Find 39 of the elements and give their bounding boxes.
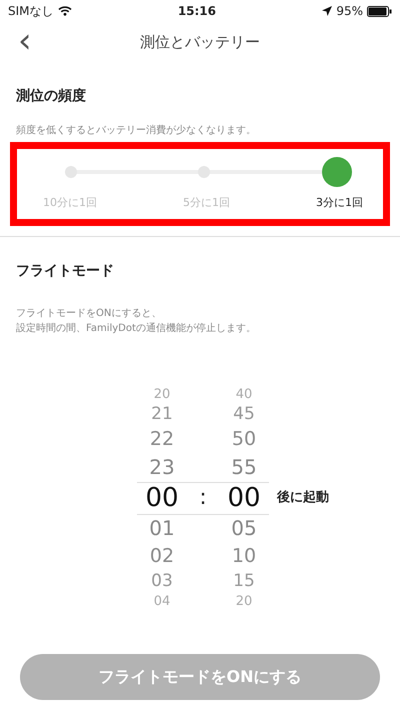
picker-value[interactable]: 21 (137, 403, 187, 426)
picker-value[interactable]: 01 (137, 514, 187, 543)
picker-value[interactable]: 20 (219, 593, 269, 610)
picker-value[interactable]: 10 (219, 543, 269, 570)
back-button[interactable]: ‹ (14, 24, 36, 58)
picker-value[interactable]: 05 (219, 514, 269, 543)
picker-value[interactable]: 50 (219, 426, 269, 453)
location-arrow-icon (322, 6, 332, 16)
option-label: 3分に1回 (316, 194, 363, 211)
picker-value[interactable]: 22 (137, 426, 187, 453)
picker-value[interactable]: 00 (137, 482, 187, 514)
picker-value[interactable]: 23 (137, 453, 187, 482)
option-label: 10分に1回 (43, 194, 97, 211)
section-title: 測位の頻度 (16, 86, 87, 106)
wifi-icon (58, 6, 72, 16)
status-time: 15:16 (178, 3, 216, 20)
picker-value[interactable]: 40 (219, 386, 269, 403)
slider-stop[interactable] (65, 166, 77, 178)
battery-icon (366, 6, 392, 16)
picker-value[interactable]: 03 (137, 570, 187, 593)
picker-value[interactable]: 02 (137, 543, 187, 570)
description-line: フライトモードをONにすると、 (16, 307, 162, 321)
picker-value[interactable]: 55 (219, 453, 269, 482)
description-line: 設定時間の間、FamilyDotの通信機能が停止します。 (16, 322, 257, 336)
picker-value[interactable]: 20 (137, 386, 187, 403)
suffix-text: 後に起動 (277, 489, 329, 508)
battery-percent: 95% (336, 3, 363, 20)
option-label: 5分に1回 (183, 194, 230, 211)
picker-value[interactable]: 15 (219, 570, 269, 593)
carrier-text: SIMなし (8, 3, 54, 20)
picker-value[interactable]: 45 (219, 403, 269, 426)
picker-value[interactable]: 04 (137, 593, 187, 610)
slider-thumb[interactable] (322, 156, 352, 187)
slider-stop[interactable] (198, 166, 210, 178)
section-description: 頻度を低くするとバッテリー消費が少なくなります。 (16, 124, 257, 138)
screen-title: 測位とバッテリー (140, 32, 260, 53)
section-title: フライトモード (16, 262, 115, 281)
picker-value[interactable]: 00 (219, 482, 269, 514)
time-separator: : (199, 484, 207, 512)
